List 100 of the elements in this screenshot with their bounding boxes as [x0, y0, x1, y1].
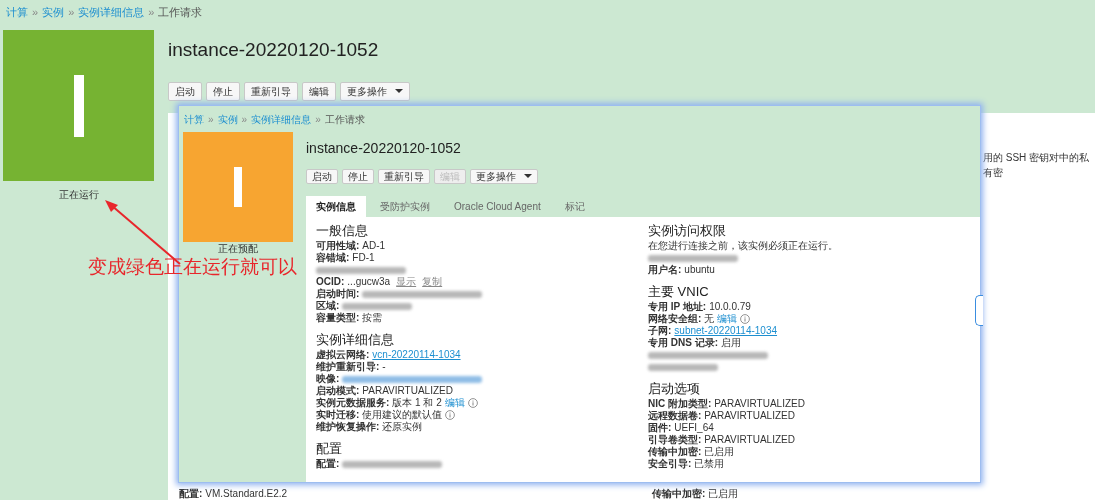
field-label: 启动时间:	[316, 288, 360, 300]
field-label: NIC 附加类型:	[648, 398, 712, 410]
description-text: 在您进行连接之前，该实例必须正在运行。	[648, 240, 838, 252]
breadcrumb-separator: »	[241, 113, 248, 127]
field-label: 专用 IP 地址:	[648, 301, 707, 313]
tab[interactable]: 标记	[554, 196, 595, 217]
field-value: PARAVIRTUALIZED	[704, 410, 795, 422]
field-label: 虚拟云网络:	[316, 349, 370, 361]
field-value: UEFI_64	[674, 422, 714, 434]
field-value: VM.Standard.E2.2	[205, 488, 288, 500]
page-title: instance-20220120-1052	[306, 139, 462, 158]
action-button[interactable]: 启动	[306, 169, 338, 184]
bar-icon	[234, 167, 242, 207]
edit-link[interactable]: 编辑	[717, 313, 738, 325]
field-label: 用户名:	[648, 264, 682, 276]
link-value[interactable]: subnet-20220114-1034	[674, 325, 778, 337]
blurred-link[interactable]	[342, 375, 483, 383]
breadcrumb-current: 工作请求	[324, 113, 365, 127]
field-label: 维护恢复操作:	[316, 421, 380, 433]
field-label: OCID:	[316, 276, 345, 288]
breadcrumb-separator: »	[208, 113, 214, 127]
tab[interactable]: 受防护实例	[370, 196, 440, 217]
field-label: 引导卷类型:	[648, 434, 702, 446]
action-button[interactable]: 启动	[168, 81, 202, 101]
tab[interactable]: 实例信息	[306, 196, 366, 217]
field-label: 容错域:	[316, 252, 350, 264]
breadcrumb-link[interactable]: 实例详细信息	[78, 4, 145, 21]
field-label: 可用性域:	[316, 240, 360, 252]
field-label: 容量类型:	[316, 312, 360, 324]
field-value: ubuntu	[684, 264, 715, 276]
status-label: 正在预配	[217, 243, 259, 254]
tab[interactable]: Oracle Cloud Agent	[444, 196, 551, 217]
field-value: 版本 1 和 2	[392, 397, 442, 409]
side-tab-handle[interactable]	[975, 295, 983, 326]
bar-icon	[73, 74, 84, 137]
partial-text: 用的 SSH 密钥对中的私有密	[983, 150, 1091, 180]
field-label: 配置:	[316, 458, 340, 470]
field-value: FD-1	[352, 252, 375, 264]
field-label: 配置:	[179, 488, 203, 500]
breadcrumb-separator: »	[32, 5, 39, 20]
section-heading: 实例详细信息	[316, 332, 395, 347]
breadcrumb-link[interactable]: 计算	[6, 4, 28, 21]
link-value[interactable]: vcn-20220114-1034	[372, 349, 461, 361]
field-label: 维护重新引导:	[316, 361, 380, 373]
field-value: PARAVIRTUALIZED	[704, 434, 795, 446]
breadcrumb-link[interactable]: 实例详细信息	[251, 112, 312, 127]
field-value: 10.0.0.79	[709, 301, 751, 313]
field-value: 启用	[721, 337, 741, 349]
field-label: 网络安全组:	[648, 313, 702, 325]
breadcrumb-link[interactable]: 实例	[217, 112, 238, 127]
action-button[interactable]: 重新引导	[244, 81, 298, 101]
field-value: AD-1	[362, 240, 386, 252]
action-button[interactable]: 停止	[342, 169, 374, 184]
more-actions-button[interactable]: 更多操作	[470, 169, 538, 184]
field-value: 已启用	[708, 488, 739, 500]
breadcrumb-link[interactable]: 计算	[184, 112, 204, 127]
field-value: 已启用	[704, 446, 735, 458]
blurred-text	[648, 363, 718, 371]
page-title: instance-20220120-1052	[168, 38, 380, 62]
action-button[interactable]: 停止	[206, 81, 240, 101]
field-value: PARAVIRTUALIZED	[714, 398, 805, 410]
section-heading: 主要 VNIC	[648, 284, 710, 299]
breadcrumb-link[interactable]: 实例	[42, 4, 65, 21]
field-label: 传输中加密:	[652, 488, 706, 500]
blurred-text	[342, 302, 413, 310]
action-button[interactable]: 编辑	[302, 81, 336, 101]
action-link[interactable]: 复制	[422, 276, 443, 288]
breadcrumb-separator: »	[148, 5, 155, 20]
field-value: 使用建议的默认值	[362, 409, 443, 421]
breadcrumb-separator: »	[68, 5, 75, 20]
field-label: 启动模式:	[316, 385, 360, 397]
field-value: ...gucw3a	[347, 276, 391, 288]
action-button[interactable]: 重新引导	[378, 169, 430, 184]
field-value: 已禁用	[694, 458, 725, 470]
more-actions-button[interactable]: 更多操作	[340, 81, 410, 101]
field-label: 固件:	[648, 422, 672, 434]
info-icon[interactable]	[740, 314, 751, 324]
field-label: 实时迁移:	[316, 409, 360, 421]
field-label: 安全引导:	[648, 458, 692, 470]
field-label: 实例元数据服务:	[316, 397, 390, 409]
field-value: 按需	[362, 312, 383, 324]
breadcrumb-current: 工作请求	[158, 5, 203, 20]
section-heading: 实例访问权限	[648, 223, 727, 238]
breadcrumb-separator: »	[315, 113, 321, 127]
field-label: 传输中加密:	[648, 446, 702, 458]
edit-link[interactable]: 编辑	[444, 397, 465, 409]
field-label: 专用 DNS 记录:	[648, 337, 718, 349]
field-value: 无	[704, 313, 715, 325]
field-label: 远程数据卷:	[648, 410, 702, 422]
status-label: 正在运行	[57, 188, 100, 202]
info-icon[interactable]	[467, 398, 478, 408]
field-value: 还原实例	[382, 421, 423, 433]
section-heading: 启动选项	[648, 381, 701, 396]
section-heading: 一般信息	[316, 223, 369, 238]
action-link[interactable]: 显示	[396, 276, 417, 288]
field-label: 区域:	[316, 300, 340, 312]
field-label: 子网:	[648, 325, 672, 337]
info-icon[interactable]	[445, 410, 456, 420]
field-value: -	[382, 361, 386, 373]
annotation-text: 变成绿色正在运行就可以	[88, 257, 297, 277]
